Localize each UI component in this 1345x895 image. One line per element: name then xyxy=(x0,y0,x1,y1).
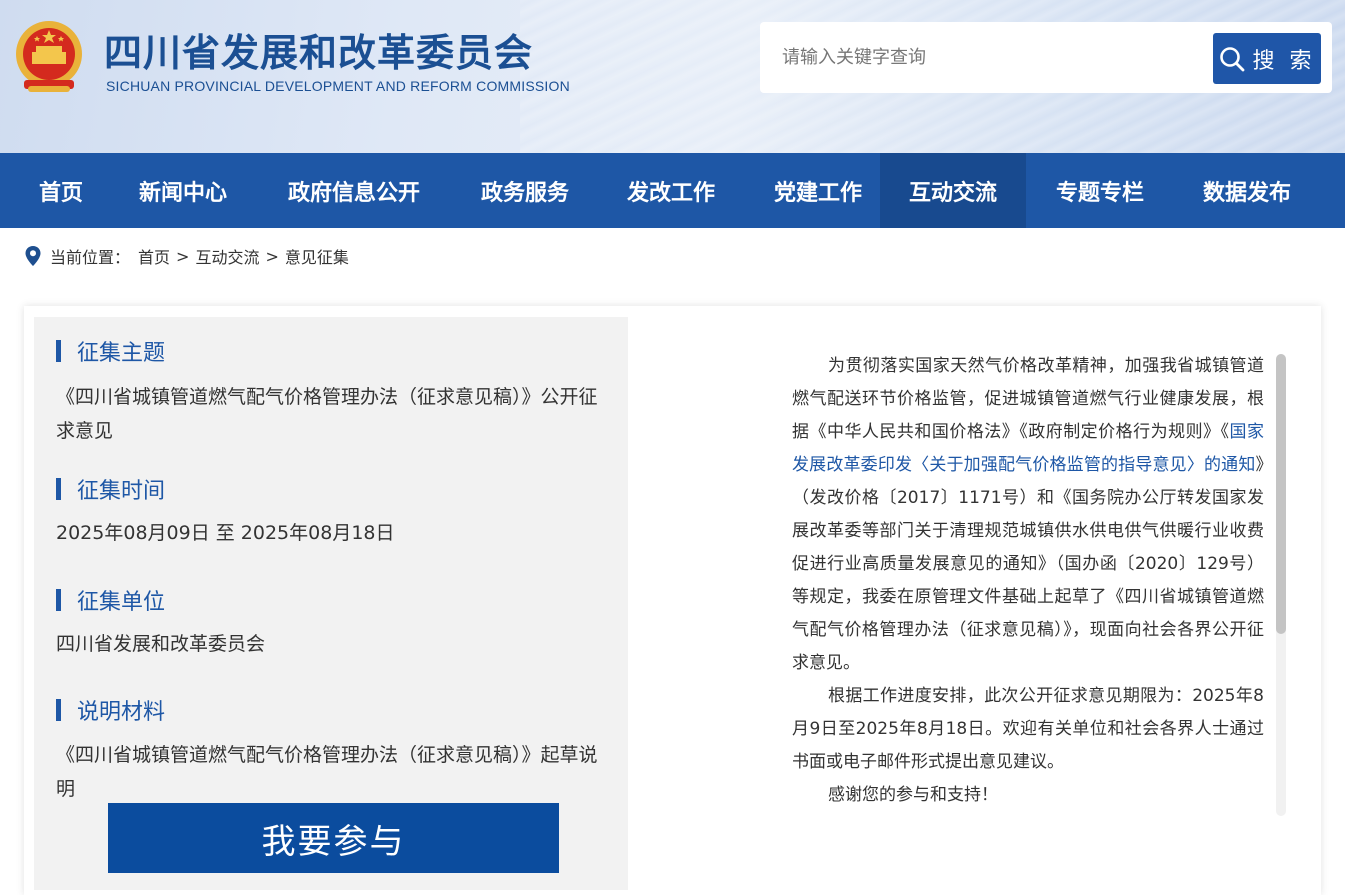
material-section-heading: 说明材料 xyxy=(56,694,165,726)
breadcrumb-current: 意见征集 xyxy=(284,248,349,267)
search-box: 搜 索 xyxy=(760,22,1332,93)
heading-accent-bar xyxy=(56,340,61,362)
site-header: 四川省发展和改革委员会 SICHUAN PROVINCIAL DEVELOPME… xyxy=(0,0,1345,153)
nav-item-home[interactable]: 首页 xyxy=(0,153,122,228)
description-paragraph-1: 为贯彻落实国家天然气价格改革精神，加强我省城镇管道燃气配送环节价格监管，促进城镇… xyxy=(792,350,1264,680)
paragraph-text: 》（发改价格〔2017〕1171号）和《国务院办公厅转发国家发展改革委等部门关于… xyxy=(792,455,1264,673)
breadcrumb-separator: > xyxy=(265,246,279,266)
search-button-label: 搜 索 xyxy=(1252,48,1316,74)
main-nav: 首页 新闻中心 政府信息公开 政务服务 发改工作 党建工作 互动交流 专题专栏 … xyxy=(0,153,1345,228)
heading-accent-bar xyxy=(56,478,61,500)
nav-item-gov-info[interactable]: 政府信息公开 xyxy=(244,153,464,228)
time-section-heading: 征集时间 xyxy=(56,473,165,505)
national-emblem-icon xyxy=(16,21,82,92)
breadcrumb-prefix: 当前位置： xyxy=(50,248,131,267)
consultation-summary-panel: 征集主题 《四川省城镇管道燃气配气价格管理办法（征求意见稿）》公开征求意见 征集… xyxy=(34,317,628,890)
nav-item-topics[interactable]: 专题专栏 xyxy=(1026,153,1174,228)
join-button[interactable]: 我要参与 xyxy=(108,803,559,873)
nav-item-services[interactable]: 政务服务 xyxy=(464,153,586,228)
heading-accent-bar xyxy=(56,699,61,721)
site-title: 四川省发展和改革委员会 xyxy=(104,31,534,75)
heading-accent-bar xyxy=(56,589,61,611)
search-input[interactable] xyxy=(760,22,1210,93)
nav-item-reform-work[interactable]: 发改工作 xyxy=(586,153,756,228)
scrollbar-thumb[interactable] xyxy=(1276,354,1286,634)
breadcrumb-link-interaction[interactable]: 互动交流 xyxy=(195,244,259,268)
description-paragraph-2: 根据工作进度安排，此次公开征求意见期限为：2025年8月9日至2025年8月18… xyxy=(792,686,1264,772)
nav-item-party-building[interactable]: 党建工作 xyxy=(756,153,880,228)
topic-heading: 征集主题 xyxy=(77,341,166,366)
breadcrumb: 当前位置： 首页 > 互动交流 > 意见征集 xyxy=(24,244,349,268)
nav-item-data[interactable]: 数据发布 xyxy=(1174,153,1320,228)
description-paragraph-3: 感谢您的参与和支持！ xyxy=(828,785,998,805)
topic-text: 《四川省城镇管道燃气配气价格管理办法（征求意见稿）》公开征求意见 xyxy=(56,386,598,442)
unit-heading: 征集单位 xyxy=(77,590,166,615)
consultation-card: 征集主题 《四川省城镇管道燃气配气价格管理办法（征求意见稿）》公开征求意见 征集… xyxy=(24,306,1321,895)
search-icon xyxy=(1219,46,1244,71)
material-link[interactable]: 《四川省城镇管道燃气配气价格管理办法（征求意见稿）》起草说明 xyxy=(56,738,616,806)
breadcrumb-link-home[interactable]: 首页 xyxy=(138,244,170,268)
consultation-description: 为贯彻落实国家天然气价格改革精神，加强我省城镇管道燃气配送环节价格监管，促进城镇… xyxy=(792,350,1264,830)
breadcrumb-separator: > xyxy=(176,246,190,266)
material-heading: 说明材料 xyxy=(77,700,166,725)
location-pin-icon xyxy=(25,246,41,266)
unit-section-heading: 征集单位 xyxy=(56,584,165,616)
time-heading: 征集时间 xyxy=(77,479,166,504)
site-subtitle: SICHUAN PROVINCIAL DEVELOPMENT AND REFOR… xyxy=(106,78,570,94)
nav-item-interaction[interactable]: 互动交流 xyxy=(880,153,1026,228)
unit-text: 四川省发展和改革委员会 xyxy=(56,633,266,655)
search-button[interactable]: 搜 索 xyxy=(1213,33,1321,84)
description-scrollbar[interactable] xyxy=(1276,354,1286,816)
paragraph-text: 为贯彻落实国家天然气价格改革精神，加强我省城镇管道燃气配送环节价格监管，促进城镇… xyxy=(792,356,1264,442)
nav-item-news[interactable]: 新闻中心 xyxy=(122,153,244,228)
time-text: 2025年08月09日 至 2025年08月18日 xyxy=(56,522,395,544)
topic-section-heading: 征集主题 xyxy=(56,335,165,367)
